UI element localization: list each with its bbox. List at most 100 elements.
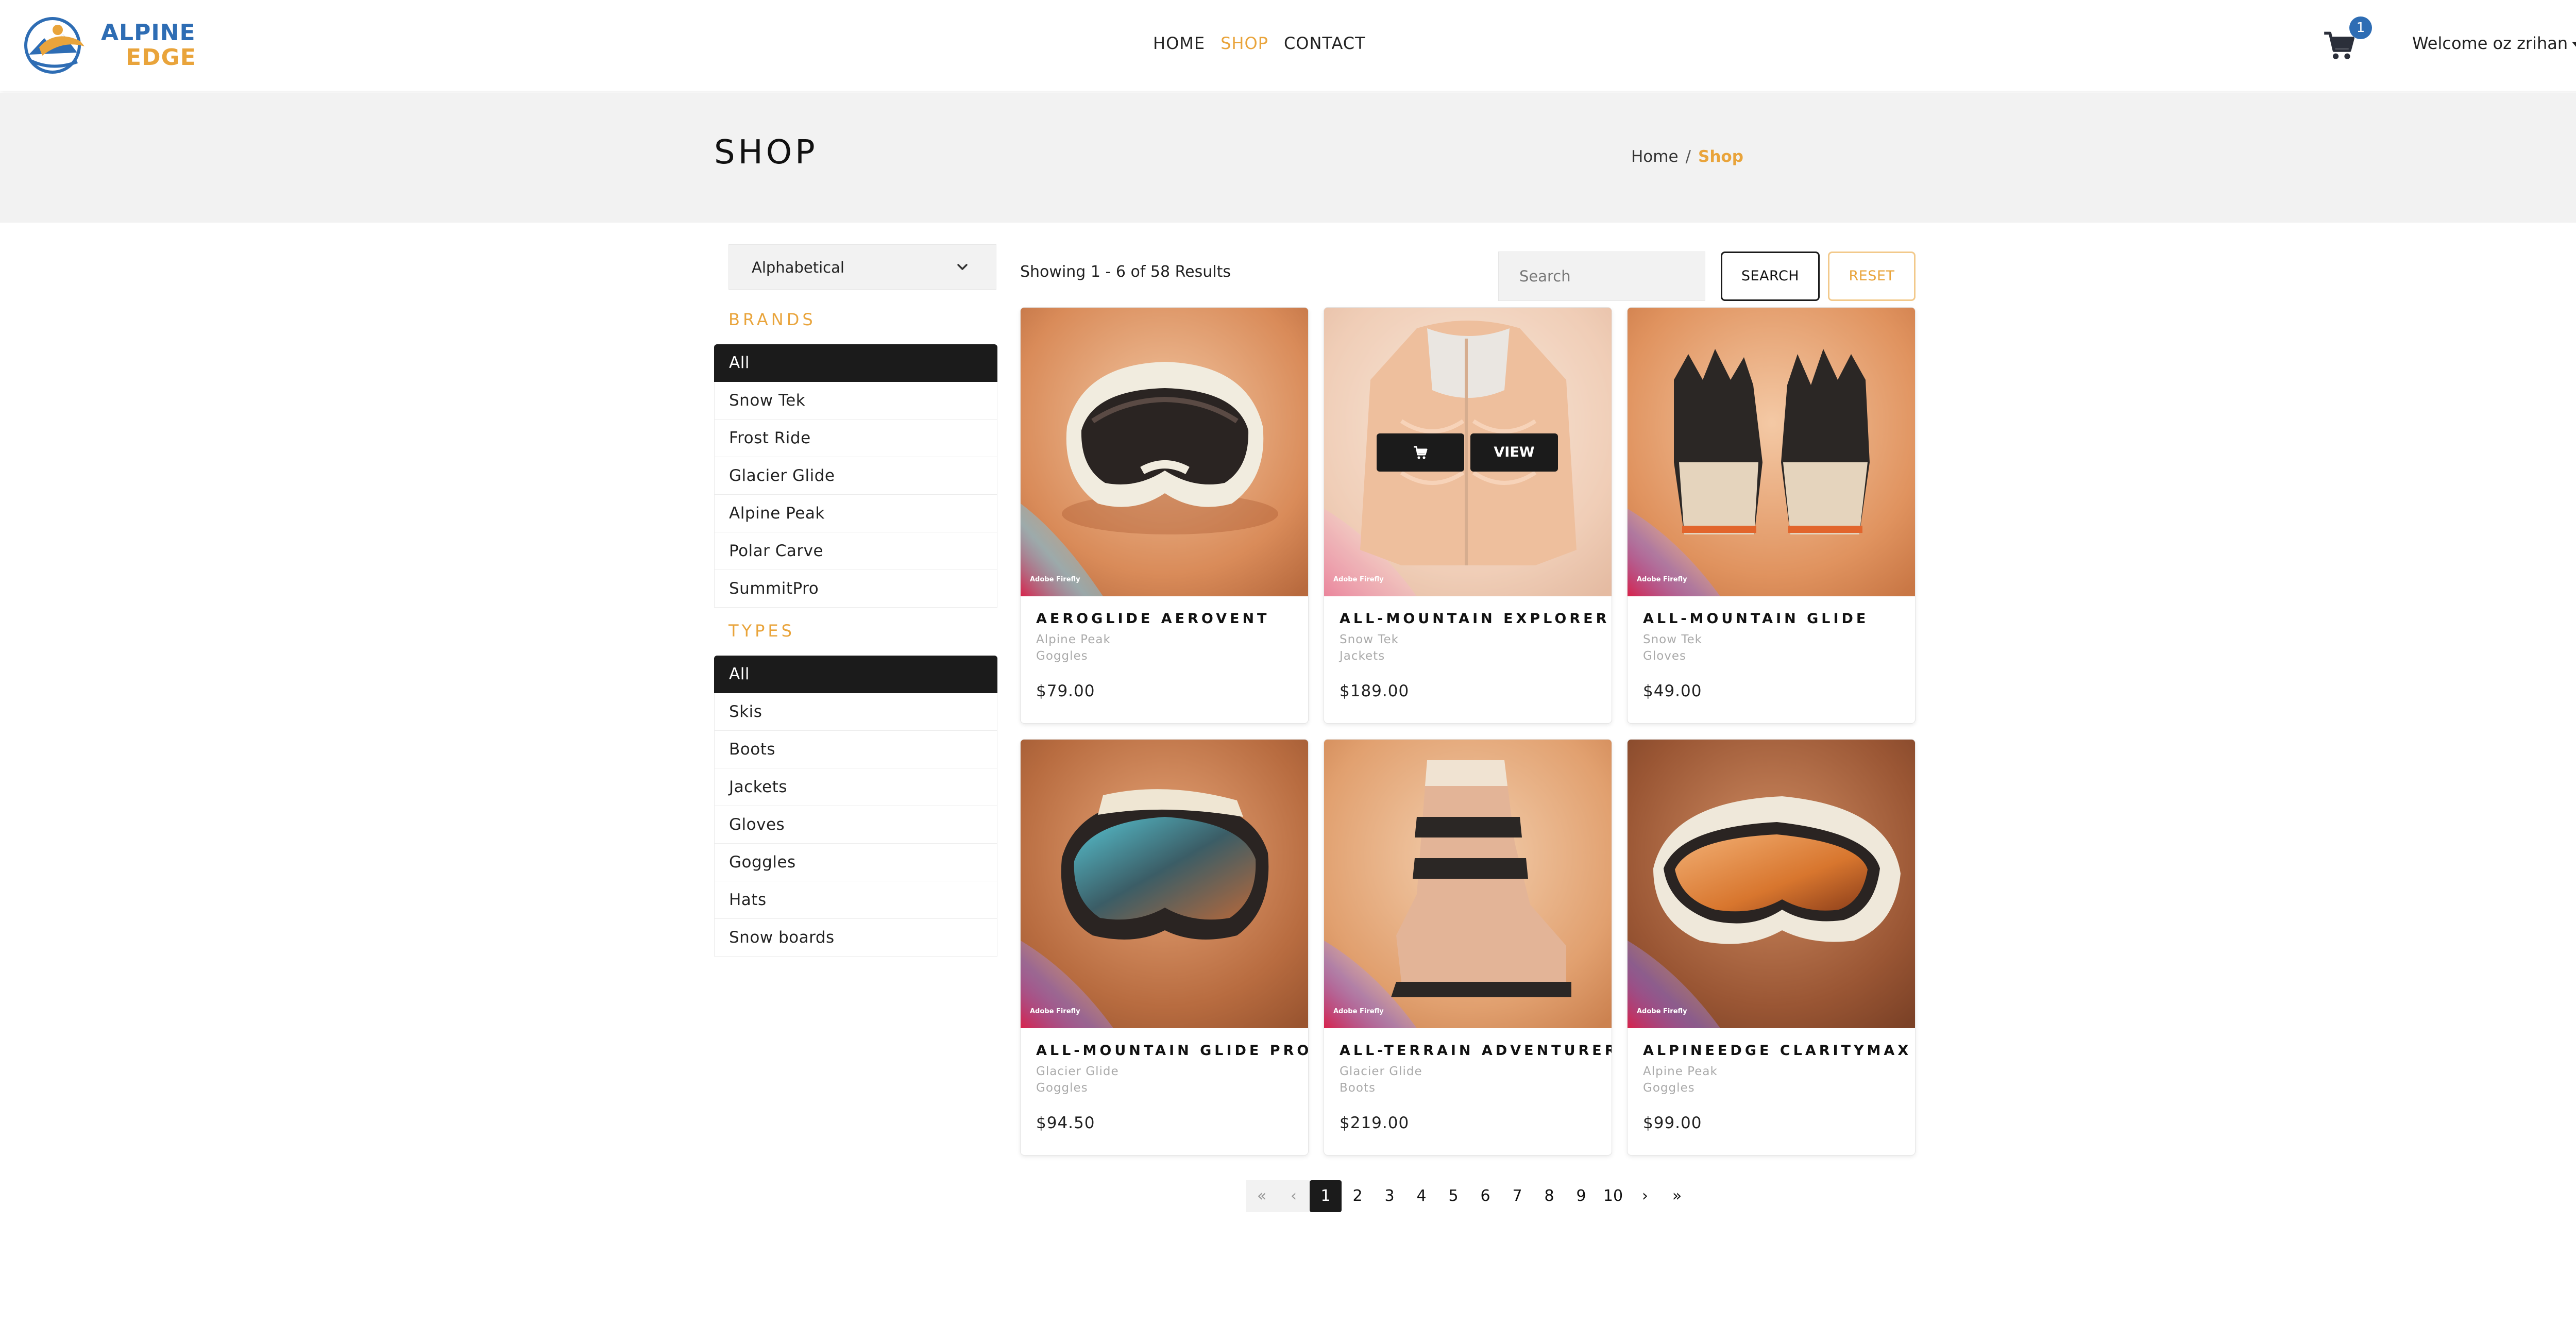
product-brand: Snow Tek: [1643, 633, 1702, 646]
page-next-button[interactable]: ›: [1629, 1180, 1661, 1212]
page-6-button[interactable]: 6: [1469, 1180, 1501, 1212]
product-name[interactable]: ALL-MOUNTAIN GLIDE: [1643, 609, 1869, 629]
type-filter-goggles[interactable]: Goggles: [714, 844, 997, 881]
page-3-button[interactable]: 3: [1374, 1180, 1405, 1212]
product-brand: Glacier Glide: [1036, 1065, 1119, 1078]
image-badge: Adobe Firefly: [1030, 1008, 1080, 1015]
product-price: $189.00: [1340, 682, 1410, 700]
product-brand: Snow Tek: [1340, 633, 1399, 646]
product-price: $94.50: [1036, 1114, 1095, 1132]
user-menu-toggle[interactable]: Welcome oz zrihan: [2412, 30, 2576, 57]
card-hover-overlay: [1324, 308, 1612, 596]
brand-filter-snow-tek[interactable]: Snow Tek: [714, 382, 997, 420]
type-filter-jackets[interactable]: Jackets: [714, 768, 997, 806]
image-badge: Adobe Firefly: [1333, 1008, 1384, 1015]
product-card[interactable]: Adobe Firefly ALL-MOUNTAIN GLIDE PRO Gla…: [1020, 739, 1309, 1155]
product-card[interactable]: Adobe Firefly ALL-TERRAIN ADVENTURER Gla…: [1324, 739, 1612, 1155]
image-badge: Adobe Firefly: [1333, 576, 1384, 583]
image-badge: Adobe Firefly: [1637, 1008, 1687, 1015]
product-price: $79.00: [1036, 682, 1095, 700]
brand-filter-list: All Snow Tek Frost Ride Glacier Glide Al…: [714, 344, 997, 608]
product-type: Jackets: [1340, 649, 1385, 663]
page-first-button[interactable]: «: [1246, 1180, 1278, 1212]
type-filter-gloves[interactable]: Gloves: [714, 806, 997, 844]
nav-contact-link[interactable]: CONTACT: [1284, 30, 1366, 57]
type-filter-hats[interactable]: Hats: [714, 881, 997, 919]
sort-select[interactable]: Alphabetical: [728, 244, 996, 290]
type-filter-snow-boards[interactable]: Snow boards: [714, 919, 997, 957]
product-price: $219.00: [1340, 1114, 1410, 1132]
brand-filter-glacier-glide[interactable]: Glacier Glide: [714, 457, 997, 495]
product-type: Goggles: [1643, 1081, 1695, 1095]
product-image[interactable]: Adobe Firefly: [1021, 740, 1308, 1028]
brand-filter-frost-ride[interactable]: Frost Ride: [714, 420, 997, 457]
top-navbar: ALPINE EDGE HOME SHOP CONTACT 1 Welcome …: [0, 0, 2576, 91]
product-name[interactable]: ALL-MOUNTAIN EXPLORER: [1340, 609, 1609, 629]
logo-text-line1: ALPINE: [101, 20, 196, 46]
page-9-button[interactable]: 9: [1565, 1180, 1597, 1212]
type-filter-boots[interactable]: Boots: [714, 731, 997, 768]
product-card[interactable]: VIEW Adobe Firefly ALL-MOUNTAIN EXPLORER…: [1324, 307, 1612, 724]
nav-home-link[interactable]: HOME: [1153, 30, 1205, 57]
brand-filter-alpine-peak[interactable]: Alpine Peak: [714, 495, 997, 532]
page-header-band: [0, 93, 2576, 223]
page-8-button[interactable]: 8: [1533, 1180, 1565, 1212]
search-button[interactable]: SEARCH: [1721, 252, 1820, 301]
page-last-button[interactable]: »: [1661, 1180, 1693, 1212]
page-10-button[interactable]: 10: [1597, 1180, 1629, 1212]
caret-down-icon: [2572, 41, 2576, 47]
sort-selected-value: Alphabetical: [752, 259, 844, 276]
type-filter-skis[interactable]: Skis: [714, 693, 997, 731]
product-name[interactable]: ALPINEEDGE CLARITYMAX: [1643, 1041, 1911, 1061]
reset-button[interactable]: RESET: [1828, 252, 1916, 301]
type-filter-list: All Skis Boots Jackets Gloves Goggles Ha…: [714, 656, 997, 957]
page-2-button[interactable]: 2: [1342, 1180, 1374, 1212]
product-name[interactable]: ALL-TERRAIN ADVENTURER: [1340, 1041, 1612, 1061]
brand-filter-summitpro[interactable]: SummitPro: [714, 570, 997, 608]
page-4-button[interactable]: 4: [1405, 1180, 1437, 1212]
cart-count-badge: 1: [2349, 16, 2372, 39]
product-name[interactable]: AEROGLIDE AEROVENT: [1036, 609, 1269, 629]
page-prev-button[interactable]: ‹: [1278, 1180, 1310, 1212]
search-input[interactable]: Search: [1498, 252, 1705, 301]
type-filter-all[interactable]: All: [714, 656, 997, 693]
breadcrumb-home-link[interactable]: Home: [1631, 147, 1679, 166]
cart-button[interactable]: 1: [2323, 16, 2372, 64]
product-name[interactable]: ALL-MOUNTAIN GLIDE PRO: [1036, 1041, 1308, 1061]
product-card[interactable]: Adobe Firefly AEROGLIDE AEROVENT Alpine …: [1020, 307, 1309, 724]
page-title: SHOP: [714, 133, 818, 172]
results-summary: Showing 1 - 6 of 58 Results: [1020, 263, 1231, 281]
logo-wordmark: ALPINE EDGE: [101, 21, 196, 70]
add-to-cart-button[interactable]: [1377, 433, 1464, 472]
logo-text-line2: EDGE: [126, 44, 196, 71]
product-image[interactable]: Adobe Firefly: [1628, 308, 1915, 596]
main-nav: HOME SHOP CONTACT: [1153, 30, 1366, 57]
image-badge: Adobe Firefly: [1637, 576, 1687, 583]
page-1-button[interactable]: 1: [1310, 1180, 1342, 1212]
product-card[interactable]: Adobe Firefly ALPINEEDGE CLARITYMAX Alpi…: [1627, 739, 1916, 1155]
product-image[interactable]: Adobe Firefly: [1021, 308, 1308, 596]
product-card[interactable]: Adobe Firefly ALL-MOUNTAIN GLIDE Snow Te…: [1627, 307, 1916, 724]
product-type: Gloves: [1643, 649, 1687, 663]
breadcrumb: Home / Shop: [1631, 145, 1743, 168]
logo-mark-icon: [24, 17, 84, 74]
brand-filter-all[interactable]: All: [714, 344, 997, 382]
brand-filter-polar-carve[interactable]: Polar Carve: [714, 532, 997, 570]
view-product-button[interactable]: VIEW: [1470, 433, 1558, 472]
image-badge: Adobe Firefly: [1030, 576, 1080, 583]
product-brand: Alpine Peak: [1036, 633, 1111, 646]
product-brand: Glacier Glide: [1340, 1065, 1422, 1078]
cart-icon: [2324, 31, 2354, 59]
logo[interactable]: ALPINE EDGE: [24, 14, 196, 75]
pagination: « ‹ 1 2 3 4 5 6 7 8 9 10 › »: [1246, 1180, 1693, 1212]
page-5-button[interactable]: 5: [1437, 1180, 1469, 1212]
page-7-button[interactable]: 7: [1501, 1180, 1533, 1212]
product-price: $99.00: [1643, 1114, 1702, 1132]
product-image[interactable]: VIEW Adobe Firefly: [1324, 308, 1612, 596]
welcome-text: Welcome oz zrihan: [2412, 34, 2568, 53]
product-image[interactable]: Adobe Firefly: [1628, 740, 1915, 1028]
product-image[interactable]: Adobe Firefly: [1324, 740, 1612, 1028]
cart-icon: [1414, 446, 1428, 459]
types-heading: TYPES: [728, 621, 795, 641]
nav-shop-link[interactable]: SHOP: [1221, 30, 1268, 57]
